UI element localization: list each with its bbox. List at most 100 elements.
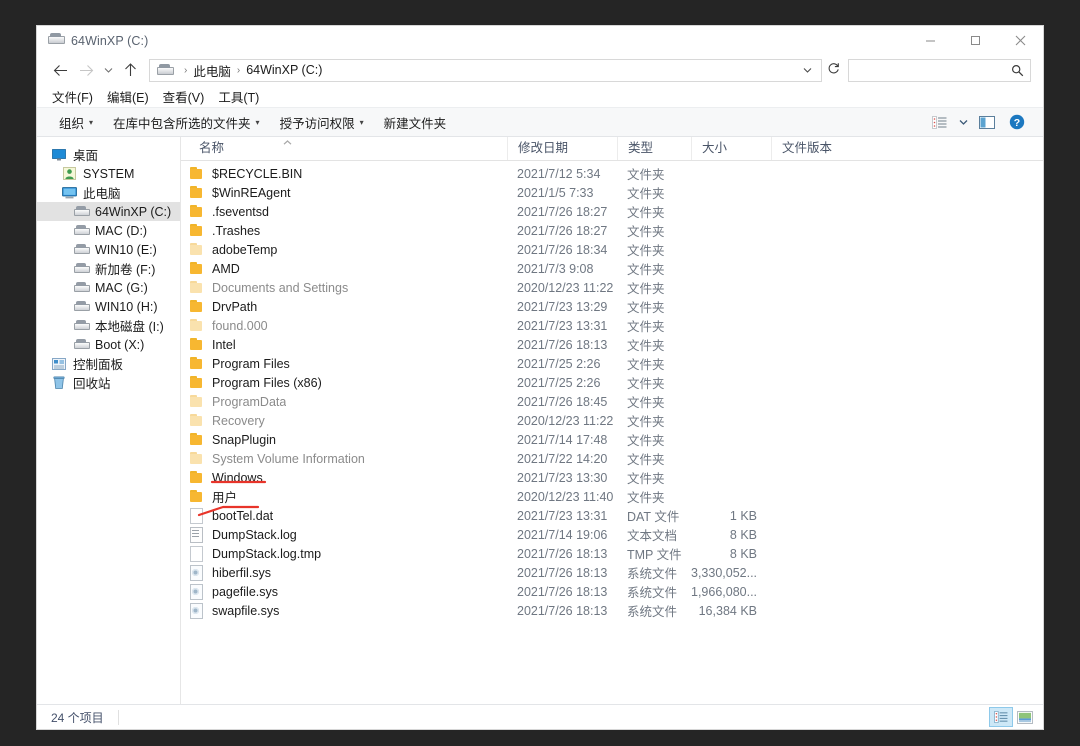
forward-button[interactable] [73, 57, 99, 83]
sidebar-item-local-disk-i[interactable]: 本地磁盘 (I:) [37, 316, 180, 335]
view-options-chevron-down-icon[interactable] [955, 110, 971, 134]
recent-locations-button[interactable] [99, 57, 117, 83]
file-name-cell: $WinREAgent [189, 185, 507, 201]
organize-button[interactable]: 组织 ▾ [49, 110, 103, 135]
file-type-cell: 系统文件 [627, 586, 678, 600]
new-folder-button[interactable]: 新建文件夹 [374, 110, 457, 135]
menu-bar: 文件(F) 编辑(E) 查看(V) 工具(T) [37, 85, 1043, 107]
table-row[interactable]: Windows 2021/7/23 13:30 文件夹 [181, 468, 1043, 487]
file-name-label: ProgramData [212, 394, 287, 409]
address-bar[interactable]: › 此电脑 › 64WinXP (C:) [149, 58, 822, 82]
menu-tools[interactable]: 工具(T) [211, 85, 266, 108]
file-date-cell: 2021/7/22 14:20 [517, 451, 608, 466]
sidebar-item-boot-x[interactable]: Boot (X:) [37, 335, 180, 354]
details-view-icon[interactable] [989, 707, 1013, 727]
table-row[interactable]: DumpStack.log.tmp 2021/7/26 18:13 TMP 文件 8 … [181, 544, 1043, 563]
sidebar-item-system[interactable]: SYSTEM [37, 164, 180, 183]
table-row[interactable]: DrvPath 2021/7/23 13:29 文件夹 [181, 297, 1043, 316]
file-size-cell: 16,384 KB [698, 603, 757, 618]
folder-icon [189, 337, 205, 353]
sidebar-item-desktop[interactable]: 桌面 [37, 145, 180, 164]
table-row[interactable]: hiberfil.sys 2021/7/26 18:13 系统文件 3,330,052… [181, 563, 1043, 582]
sidebar-item-64winxp-c[interactable]: 64WinXP (C:) [37, 202, 180, 221]
title-bar: 64WinXP (C:) [37, 26, 1043, 55]
file-name-cell: DumpStack.log [189, 527, 507, 543]
column-header-name[interactable]: 名称 [189, 137, 507, 160]
up-button[interactable] [117, 57, 143, 83]
sidebar-label: MAC (D:) [95, 223, 148, 238]
menu-file[interactable]: 文件(F) [45, 85, 100, 108]
file-type-cell: 文件夹 [627, 301, 665, 315]
large-icons-view-icon[interactable] [1013, 707, 1037, 727]
main-area: 桌面 SYSTEM 此电脑 64WinXP (C:) MAC (D:) WIN1… [37, 137, 1043, 704]
file-date-cell: 2020/12/23 11:22 [517, 280, 614, 295]
column-header-type[interactable]: 类型 [617, 137, 691, 160]
table-row[interactable]: adobeTemp 2021/7/26 18:34 文件夹 [181, 240, 1043, 259]
sidebar-item-new-volume-f[interactable]: 新加卷 (F:) [37, 259, 180, 278]
table-row[interactable]: pagefile.sys 2021/7/26 18:13 系统文件 1,966,080… [181, 582, 1043, 601]
file-name-label: $WinREAgent [212, 185, 291, 200]
sidebar-item-win10-h[interactable]: WIN10 (H:) [37, 297, 180, 316]
table-row[interactable]: bootTel.dat 2021/7/23 13:31 DAT 文件 1 KB [181, 506, 1043, 525]
file-name-cell: pagefile.sys [189, 584, 507, 600]
table-row[interactable]: .Trashes 2021/7/26 18:27 文件夹 [181, 221, 1043, 240]
table-row[interactable]: SnapPlugin 2021/7/14 17:48 文件夹 [181, 430, 1043, 449]
sidebar-item-mac-d[interactable]: MAC (D:) [37, 221, 180, 240]
sidebar-item-mac-g[interactable]: MAC (G:) [37, 278, 180, 297]
search-icon[interactable] [1011, 64, 1024, 77]
menu-edit[interactable]: 编辑(E) [100, 85, 156, 108]
maximize-button[interactable] [953, 26, 998, 55]
table-row[interactable]: 用户 2020/12/23 11:40 文件夹 [181, 487, 1043, 506]
list-view-icon[interactable] [925, 110, 953, 134]
refresh-button[interactable] [822, 62, 844, 78]
file-date-cell: 2021/7/26 18:13 [517, 337, 608, 352]
help-icon[interactable]: ? [1003, 110, 1031, 134]
sidebar-item-control-panel[interactable]: 控制面板 [37, 354, 180, 373]
table-row[interactable]: ProgramData 2021/7/26 18:45 文件夹 [181, 392, 1043, 411]
desktop-icon [51, 147, 67, 163]
search-input[interactable] [855, 63, 1011, 77]
table-row[interactable]: found.000 2021/7/23 13:31 文件夹 [181, 316, 1043, 335]
table-row[interactable]: AMD 2021/7/3 9:08 文件夹 [181, 259, 1043, 278]
preview-pane-icon[interactable] [973, 110, 1001, 134]
file-type-cell: 文件夹 [627, 168, 665, 182]
file-date-cell: 2021/7/26 18:27 [517, 223, 608, 238]
breadcrumb-item-1[interactable]: 64WinXP (C:) [246, 63, 322, 77]
share-with-label: 授予访问权限 [279, 116, 355, 131]
minimize-button[interactable] [908, 26, 953, 55]
drive-icon [47, 32, 65, 49]
sidebar-item-win10-e[interactable]: WIN10 (E:) [37, 240, 180, 259]
file-name-label: $RECYCLE.BIN [212, 166, 303, 181]
table-row[interactable]: $WinREAgent 2021/1/5 7:33 文件夹 [181, 183, 1043, 202]
close-button[interactable] [998, 26, 1043, 55]
table-row[interactable]: Program Files 2021/7/25 2:26 文件夹 [181, 354, 1043, 373]
sidebar-item-recycle-bin[interactable]: 回收站 [37, 373, 180, 392]
breadcrumb-item-0[interactable]: 此电脑 [193, 61, 231, 80]
share-with-button[interactable]: 授予访问权限 ▾ [270, 110, 374, 135]
table-row[interactable]: $RECYCLE.BIN 2021/7/12 5:34 文件夹 [181, 164, 1043, 183]
file-name-cell: Recovery [189, 413, 507, 429]
file-size-cell: 8 KB [729, 546, 757, 561]
file-type-cell: TMP 文件 [627, 548, 682, 562]
folder-icon [189, 204, 205, 220]
table-row[interactable]: DumpStack.log 2021/7/14 19:06 文本文档 8 KB [181, 525, 1043, 544]
table-row[interactable]: Program Files (x86) 2021/7/25 2:26 文件夹 [181, 373, 1043, 392]
back-button[interactable] [47, 57, 73, 83]
column-header-size[interactable]: 大小 [691, 137, 771, 160]
file-name-label: DrvPath [212, 299, 258, 314]
include-in-library-button[interactable]: 在库中包含所选的文件夹 ▾ [103, 110, 270, 135]
address-dropdown-icon[interactable] [797, 65, 817, 75]
file-date-cell: 2021/7/26 18:27 [517, 204, 608, 219]
navigation-pane: 桌面 SYSTEM 此电脑 64WinXP (C:) MAC (D:) WIN1… [37, 137, 181, 704]
table-row[interactable]: Intel 2021/7/26 18:13 文件夹 [181, 335, 1043, 354]
table-row[interactable]: Recovery 2020/12/23 11:22 文件夹 [181, 411, 1043, 430]
table-row[interactable]: Documents and Settings 2020/12/23 11:22 文件… [181, 278, 1043, 297]
table-row[interactable]: .fseventsd 2021/7/26 18:27 文件夹 [181, 202, 1043, 221]
column-header-date-modified[interactable]: 修改日期 [507, 137, 617, 160]
table-row[interactable]: swapfile.sys 2021/7/26 18:13 系统文件 16,384 KB [181, 601, 1043, 620]
sidebar-item-this-pc[interactable]: 此电脑 [37, 183, 180, 202]
search-box[interactable] [848, 58, 1031, 82]
table-row[interactable]: System Volume Information 2021/7/22 14:20… [181, 449, 1043, 468]
column-header-file-version[interactable]: 文件版本 [771, 137, 911, 160]
menu-view[interactable]: 查看(V) [156, 85, 212, 108]
